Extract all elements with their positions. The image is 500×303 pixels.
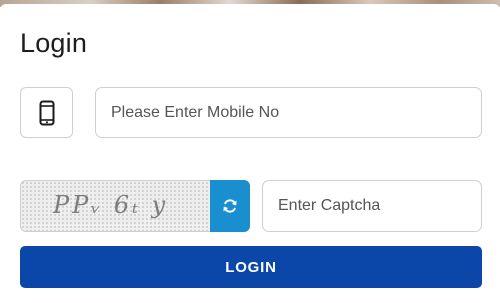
login-card: Login PPᵥ 6ₜ y LOGIN [0, 4, 500, 303]
captcha-image: PPᵥ 6ₜ y [20, 180, 210, 232]
login-button[interactable]: LOGIN [20, 246, 482, 288]
captcha-text: PPᵥ 6ₜ y [53, 191, 169, 219]
phone-icon-box [20, 87, 73, 138]
refresh-captcha-button[interactable] [210, 180, 250, 232]
mobile-phone-icon [39, 100, 54, 125]
page-title: Login [20, 28, 88, 58]
mobile-number-input[interactable] [95, 87, 482, 138]
refresh-icon [223, 199, 237, 213]
captcha-input[interactable] [262, 180, 482, 232]
